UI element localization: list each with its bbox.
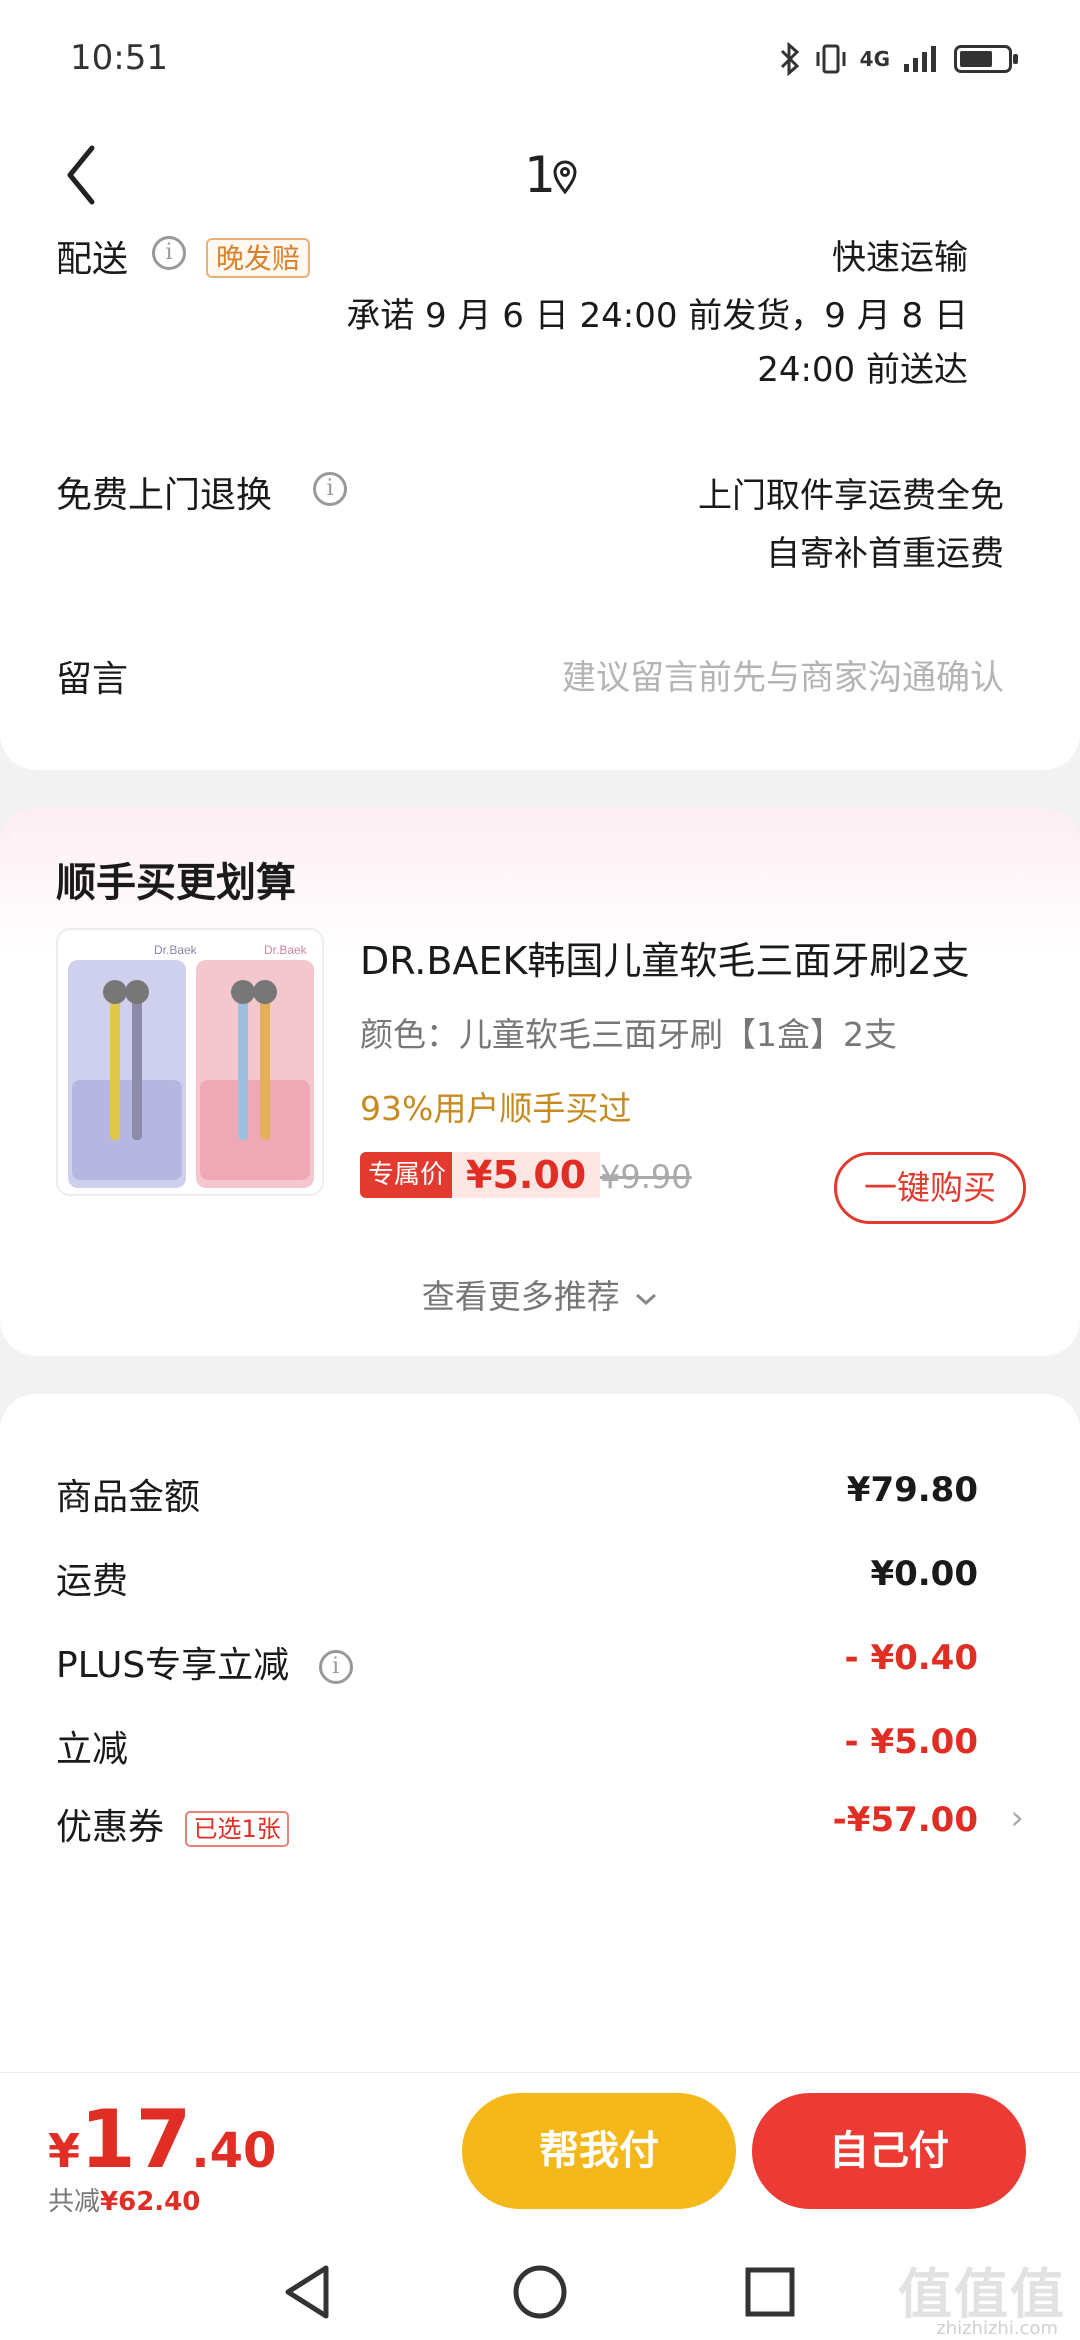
- total-saved-value: ¥62.40: [100, 2187, 201, 2217]
- order-info-card: 配送 i 晚发赔 快速运输 承诺 9 月 6 日 24:00 前发货，9 月 8…: [0, 230, 1080, 770]
- checkout-bar: ¥17.40 共减¥62.40 帮我付 自己付: [0, 2072, 1080, 2242]
- info-icon[interactable]: i: [313, 472, 347, 506]
- coupon-label: 优惠券: [56, 1807, 165, 1848]
- page-title: 1: [524, 146, 556, 204]
- more-recommendations-label: 查看更多推荐: [421, 1277, 620, 1316]
- free-return-label: 免费上门退换: [56, 475, 273, 516]
- instant-discount-label: 立减: [56, 1729, 129, 1770]
- info-icon[interactable]: i: [318, 1650, 353, 1684]
- plus-discount-value: - ¥0.40: [844, 1638, 979, 1678]
- bluetooth-icon: [780, 42, 799, 76]
- pay-myself-button[interactable]: 自己付: [752, 2093, 1026, 2209]
- product-spec: 颜色：儿童软毛三面牙刷【1盒】2支: [360, 1015, 897, 1054]
- recommendation-card: 顺手买更划算 Dr.Baek Dr.Baek DR.BAEK韩国儿童软毛三面牙刷…: [0, 808, 1080, 1356]
- free-return-line2: 自寄补首重运费: [766, 534, 1004, 574]
- delivery-method: 快速运输: [832, 238, 968, 278]
- original-price: ¥9.90: [600, 1158, 692, 1196]
- toothbrush-package-image: Dr.Baek Dr.Baek: [68, 943, 314, 1188]
- message-label: 留言: [56, 659, 129, 700]
- help-me-pay-button[interactable]: 帮我付: [462, 2093, 736, 2209]
- total-currency: ¥: [48, 2124, 81, 2178]
- battery-icon: [954, 45, 1018, 73]
- system-home-icon[interactable]: [508, 2260, 572, 2324]
- total-saved-prefix: 共减: [48, 2187, 101, 2217]
- thumb-brand-right: Dr.Baek: [264, 943, 308, 957]
- total-int: 17: [80, 2093, 192, 2186]
- coupon-selected-badge: 已选1张: [185, 1811, 289, 1847]
- delivery-label: 配送: [56, 239, 129, 280]
- recommendation-title: 顺手买更划算: [56, 860, 296, 906]
- shipping-value: ¥0.00: [870, 1554, 978, 1594]
- chevron-right-icon[interactable]: ›: [1010, 1798, 1024, 1838]
- message-input[interactable]: 建议留言前先与商家沟通确认: [562, 650, 1004, 699]
- more-recommendations-link[interactable]: 查看更多推荐: [0, 1270, 1080, 1318]
- total-price: ¥17.40: [48, 2093, 276, 2186]
- location-pin-icon: [553, 160, 577, 194]
- shipping-label: 运费: [56, 1561, 129, 1602]
- coupon-row[interactable]: 优惠券 已选1张: [56, 1798, 289, 1850]
- system-recents-icon[interactable]: [738, 2260, 802, 2324]
- exclusive-price: ¥5.00: [452, 1152, 601, 1198]
- status-time: 10:51: [70, 38, 168, 78]
- amount-summary-card: 商品金额 ¥79.80 运费 ¥0.00 PLUS专享立减 i - ¥0.40 …: [0, 1394, 1080, 2094]
- buy-together-stat: 93%用户顺手买过: [360, 1089, 632, 1128]
- late-compensation-tag: 晚发赔: [206, 238, 311, 278]
- goods-amount-value: ¥79.80: [846, 1470, 978, 1510]
- exclusive-price-tag: 专属价: [360, 1152, 455, 1198]
- one-click-buy-button[interactable]: 一键购买: [834, 1152, 1026, 1224]
- top-nav-bar: 1: [0, 120, 1080, 230]
- info-icon[interactable]: i: [152, 236, 186, 270]
- thumb-brand-left: Dr.Baek: [154, 943, 198, 957]
- coupon-value[interactable]: -¥57.00: [833, 1800, 978, 1840]
- vibrate-icon: [816, 44, 846, 74]
- total-dec: .40: [191, 2123, 277, 2179]
- total-saved: 共减¥62.40: [48, 2181, 200, 2218]
- plus-discount-label: PLUS专享立减 i: [56, 1636, 353, 1688]
- signal-icon: [904, 46, 936, 72]
- goods-amount-label: 商品金额: [56, 1477, 201, 1518]
- chevron-down-icon: [636, 1293, 657, 1305]
- free-return-line1: 上门取件享运费全免: [698, 476, 1004, 516]
- plus-discount-text: PLUS专享立减: [56, 1645, 290, 1686]
- status-icons: 4G: [778, 42, 1018, 76]
- delivery-promise-line1: 承诺 9 月 6 日 24:00 前发货，9 月 8 日: [346, 296, 968, 336]
- instant-discount-value: - ¥5.00: [844, 1722, 979, 1762]
- system-back-icon[interactable]: [276, 2260, 340, 2324]
- network-label: 4G: [859, 47, 890, 71]
- product-image[interactable]: Dr.Baek Dr.Baek: [56, 928, 324, 1196]
- watermark-url: zhizhizhi.com: [936, 2318, 1058, 2339]
- status-bar: 10:51 4G: [0, 0, 1080, 120]
- delivery-promise-line2: 24:00 前送达: [757, 350, 968, 390]
- product-title[interactable]: DR.BAEK韩国儿童软毛三面牙刷2支: [360, 930, 970, 985]
